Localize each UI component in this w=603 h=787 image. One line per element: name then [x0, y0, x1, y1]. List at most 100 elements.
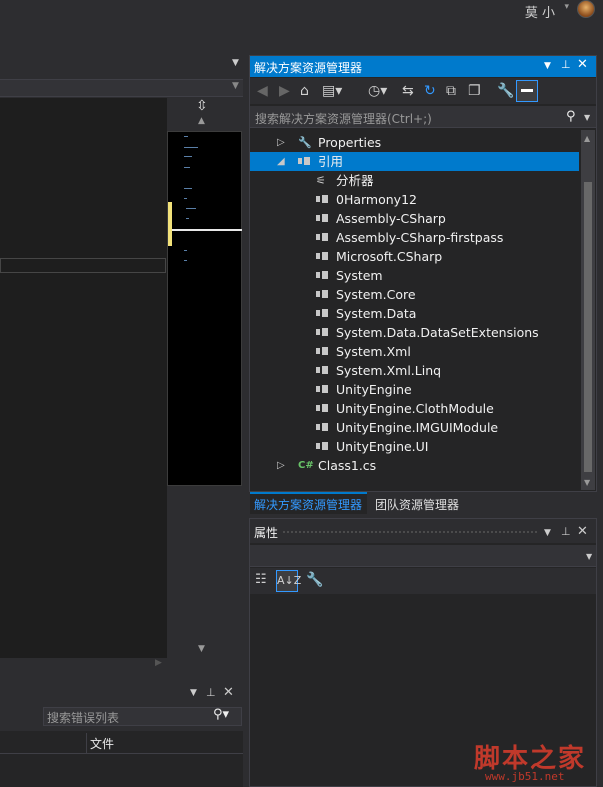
properties-object-selector[interactable]	[250, 545, 596, 567]
tree-item-label: UnityEngine.ClothModule	[336, 401, 494, 416]
tree-item-label: 0Harmony12	[336, 192, 417, 207]
editor-tab-strip	[0, 52, 244, 76]
reference-icon	[316, 342, 332, 361]
navbar-dropdown-icon[interactable]: ▼	[232, 81, 239, 91]
user-name[interactable]: 莫 小	[525, 2, 555, 21]
pin-icon[interactable]: ⊥	[561, 525, 571, 538]
close-icon[interactable]: ✕	[223, 685, 234, 700]
tree-item-label: System.Xml	[336, 344, 411, 359]
search-options-dropdown-icon[interactable]: ▼	[584, 113, 590, 122]
reference-icon	[316, 266, 332, 285]
scroll-up-icon[interactable]: ▲	[198, 116, 205, 126]
reference-icon	[316, 304, 332, 323]
sync-with-document-icon[interactable]: ⇆	[402, 83, 414, 99]
refresh-icon[interactable]: ↻	[424, 83, 436, 99]
scroll-up-icon[interactable]: ▲	[584, 134, 590, 143]
reference-icon	[316, 380, 332, 399]
minimap-line	[184, 167, 190, 168]
back-icon[interactable]: ◀	[257, 83, 268, 99]
minimap-line	[186, 208, 196, 209]
reference-icon	[316, 228, 332, 247]
close-icon[interactable]: ✕	[577, 57, 588, 72]
minimap-line	[184, 156, 192, 157]
editor-horizontal-scrollbar[interactable]	[0, 658, 167, 672]
tree-item-label: System.Data	[336, 306, 417, 321]
tab-team-explorer-label[interactable]: 团队资源管理器	[375, 496, 459, 513]
tree-item-label: Properties	[318, 135, 382, 150]
user-avatar[interactable]	[577, 0, 595, 18]
analyzer-icon: ⚟	[316, 174, 326, 187]
search-icon[interactable]: ⚲	[566, 109, 576, 124]
tab-solution-explorer-label[interactable]: 解决方案资源管理器	[254, 496, 362, 513]
code-minimap[interactable]	[167, 131, 242, 486]
tree-item-label: System.Core	[336, 287, 416, 302]
window-position-dropdown-icon[interactable]: ▼	[544, 528, 551, 538]
minimap-line	[184, 198, 187, 199]
minimap-line	[184, 250, 187, 251]
tree-item-label: System.Xml.Linq	[336, 363, 442, 378]
expand-arrow-icon[interactable]: ▷	[277, 460, 285, 471]
forward-icon[interactable]: ▶	[279, 83, 290, 99]
scroll-down-icon[interactable]: ▼	[198, 644, 205, 654]
properties-title: 属性	[254, 526, 279, 540]
editor-navigation-bar[interactable]	[0, 79, 243, 97]
minimap-line	[184, 260, 187, 261]
tree-item-label: System	[336, 268, 383, 283]
home-icon[interactable]: ⌂	[300, 83, 309, 99]
current-line-highlight	[0, 258, 166, 273]
minimap-line	[186, 218, 189, 219]
pin-icon[interactable]: ⊥	[561, 58, 571, 71]
drag-grip[interactable]	[282, 530, 537, 534]
tree-item-label: 引用	[318, 154, 344, 169]
switch-views-icon[interactable]: ▤▾	[322, 83, 342, 99]
split-window-icon[interactable]: ⇳	[196, 98, 208, 114]
change-marker	[168, 202, 172, 246]
reference-icon	[316, 209, 332, 228]
collapse-all-icon[interactable]: ⧉	[446, 83, 456, 99]
watermark-url: www.jb51.net	[485, 770, 565, 783]
show-all-files-icon[interactable]: ❐	[468, 83, 481, 99]
scroll-down-icon[interactable]: ▼	[584, 478, 590, 487]
close-icon[interactable]: ✕	[577, 524, 588, 539]
pin-icon[interactable]: ⊥	[206, 686, 216, 699]
preview-icon	[521, 89, 533, 92]
csharp-file-icon: C#	[298, 460, 314, 471]
title-bar	[0, 0, 603, 52]
alphabetical-sort-button[interactable]: A↓Z	[276, 570, 301, 592]
reference-icon	[316, 418, 332, 437]
expand-arrow-icon[interactable]: ▷	[277, 137, 285, 148]
collapse-arrow-icon[interactable]: ◢	[277, 156, 285, 167]
code-editor[interactable]	[0, 98, 167, 658]
solution-explorer-search-placeholder: 搜索解决方案资源管理器(Ctrl+;)	[255, 112, 432, 126]
categorized-icon[interactable]: ☷	[255, 572, 267, 587]
reference-icon	[316, 285, 332, 304]
reference-icon	[298, 152, 314, 171]
object-selector-dropdown-icon[interactable]: ▼	[586, 552, 592, 561]
error-list-search-placeholder: 搜索错误列表	[47, 711, 120, 725]
user-menu-caret[interactable]: ▾	[564, 2, 569, 12]
tree-item-label: System.Data.DataSetExtensions	[336, 325, 539, 340]
error-list-dropdown-icon[interactable]: ▼	[190, 688, 197, 698]
scrollbar-thumb[interactable]	[584, 182, 592, 472]
editor-tab-dropdown-icon[interactable]: ▼	[232, 58, 239, 68]
minimap-line	[184, 136, 188, 137]
tree-item-label: UnityEngine	[336, 382, 412, 397]
property-pages-wrench-icon[interactable]: 🔧	[306, 572, 323, 588]
pending-changes-filter-icon[interactable]: ◷▾	[368, 83, 387, 99]
reference-icon	[316, 190, 332, 209]
tree-item-label: Assembly-CSharp-firstpass	[336, 230, 504, 245]
reference-icon	[316, 361, 332, 380]
properties-wrench-icon[interactable]: 🔧	[497, 83, 514, 99]
search-icon[interactable]: ⚲▾	[213, 707, 229, 722]
column-header-file[interactable]: 文件	[86, 733, 238, 753]
properties-toolbar	[250, 568, 596, 594]
reference-icon	[316, 247, 332, 266]
preview-selected-items-button[interactable]	[516, 80, 538, 102]
scroll-right-icon[interactable]: ▶	[155, 658, 162, 668]
window-position-dropdown-icon[interactable]: ▼	[544, 61, 551, 71]
wrench-icon: 🔧	[298, 136, 312, 149]
divider	[0, 753, 243, 754]
tree-item-label: Microsoft.CSharp	[336, 249, 443, 264]
minimap-line	[184, 188, 192, 189]
tree-item-label: UnityEngine.IMGUIModule	[336, 420, 499, 435]
